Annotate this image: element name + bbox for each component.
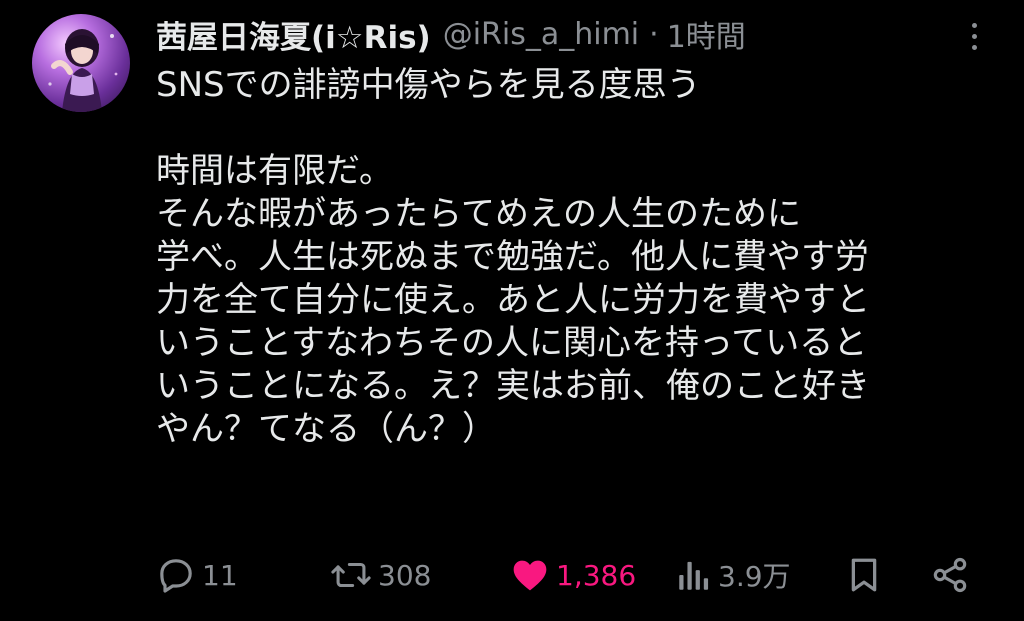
tweet-text-line: いうことすなわちその人に関心を持っていると: [156, 323, 868, 363]
retweet-count: 308: [378, 558, 432, 592]
like-button[interactable]: 1,386: [510, 553, 636, 597]
views-button[interactable]: 3.9万: [676, 553, 791, 597]
bookmark-button[interactable]: [846, 553, 882, 597]
tweet-actions: 11 308 1,386 3.9万: [156, 553, 986, 597]
tweet-text-line: SNSでの誹謗中傷やらを見る度思う: [156, 65, 701, 105]
author-display-name[interactable]: 茜屋日海夏(i☆Ris): [156, 12, 431, 57]
tweet-header: 茜屋日海夏(i☆Ris) @iRis_a_himi · 1時間: [156, 12, 746, 56]
tweet-text-line: そんな暇があったらてめえの人生のために: [156, 194, 801, 234]
more-options-button[interactable]: [958, 16, 990, 56]
retweet-button[interactable]: 308: [330, 553, 431, 597]
separator-dot: ·: [649, 16, 659, 52]
tweet-timestamp[interactable]: 1時間: [667, 12, 746, 56]
like-count: 1,386: [556, 558, 637, 592]
retweet-icon: [330, 555, 372, 595]
more-dot: [971, 44, 977, 50]
more-dots-icon: [971, 22, 977, 28]
tweet-text-line: 時間は有限だ。: [156, 151, 393, 191]
views-count: 3.9万: [718, 560, 791, 593]
reply-count: 11: [202, 558, 238, 592]
reply-button[interactable]: 11: [156, 553, 238, 597]
views-icon: [676, 555, 712, 595]
reply-icon: [156, 555, 196, 595]
tweet-text-line: 力を全て自分に使え。あと人に労力を費やすと: [156, 280, 870, 320]
tweet-text-line: やん？てなる（ん？）: [156, 409, 496, 449]
share-icon: [930, 555, 970, 595]
avatar[interactable]: [32, 14, 130, 112]
tweet: 茜屋日海夏(i☆Ris) @iRis_a_himi · 1時間 SNSでの誹謗中…: [0, 0, 1024, 621]
more-dot: [971, 33, 977, 39]
tweet-text-line: [156, 107, 1006, 150]
author-handle[interactable]: @iRis_a_himi: [443, 17, 639, 52]
share-button[interactable]: [930, 553, 970, 597]
tweet-text-line: いうことになる。え？実はお前、俺のこと好き: [156, 366, 870, 406]
tweet-text-line: 学べ。人生は死ぬまで勉強だ。他人に費やす労: [156, 237, 869, 277]
tweet-text: SNSでの誹謗中傷やらを見る度思う 時間は有限だ。 そんな暇があったらてめえの人…: [156, 64, 1006, 451]
heart-icon: [510, 555, 550, 595]
bookmark-icon: [846, 555, 882, 595]
